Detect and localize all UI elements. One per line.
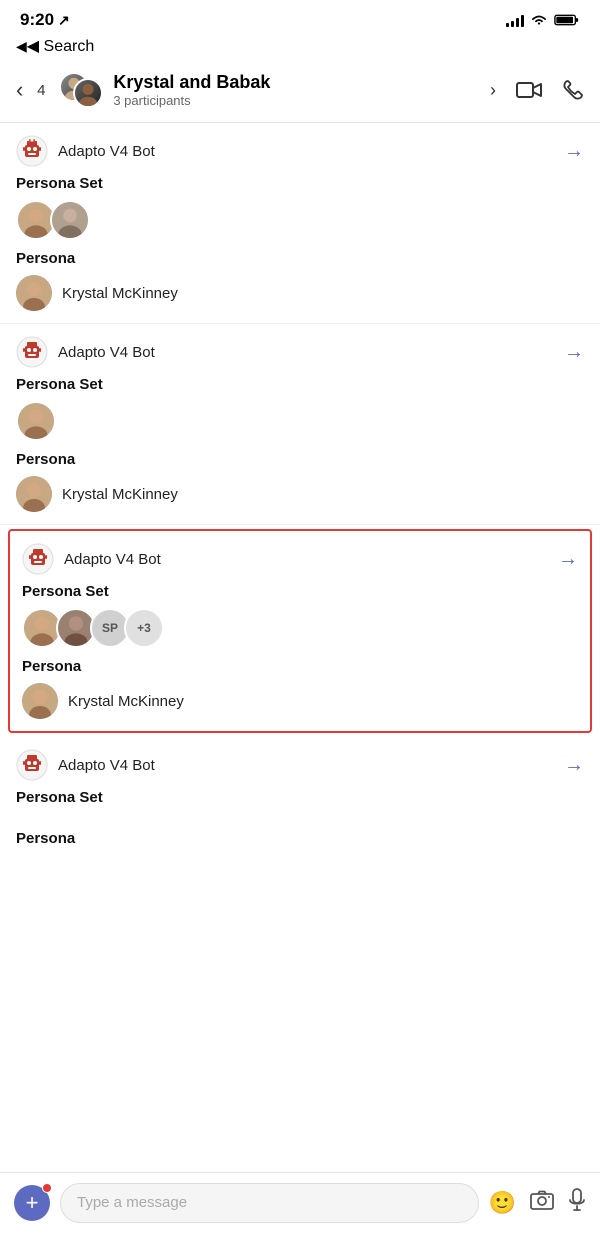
avatar-person2 bbox=[73, 78, 103, 108]
persona-set-label: Persona Set bbox=[22, 583, 578, 600]
persona-set-label: Persona Set bbox=[16, 789, 584, 806]
message-input[interactable]: Type a message bbox=[60, 1183, 479, 1223]
persona-row: Krystal McKinney bbox=[16, 476, 584, 512]
message-sender: Adapto V4 Bot bbox=[16, 336, 155, 368]
message-link-arrow[interactable]: → bbox=[564, 140, 584, 163]
participants-count: 3 participants bbox=[113, 93, 480, 108]
persona-label: Persona bbox=[22, 658, 578, 675]
message-card: Adapto V4 Bot → Persona Set Persona bbox=[0, 324, 600, 525]
persona-set-label: Persona Set bbox=[16, 376, 584, 393]
back-arrow-icon[interactable]: ◀ bbox=[16, 38, 27, 55]
status-time: 9:20 ↗ bbox=[20, 10, 70, 30]
persona-label: Persona bbox=[16, 250, 584, 267]
input-actions: 🙂 bbox=[489, 1188, 586, 1218]
header-chevron-icon[interactable]: › bbox=[490, 80, 496, 101]
message-placeholder: Type a message bbox=[77, 1183, 187, 1223]
add-button[interactable] bbox=[14, 1185, 50, 1221]
time-display: 9:20 bbox=[20, 10, 54, 30]
chat-scroll-area: Adapto V4 Bot → Persona Set bbox=[0, 123, 600, 1184]
header-actions bbox=[516, 79, 584, 101]
signal-icon bbox=[506, 13, 524, 27]
notification-dot bbox=[42, 1183, 52, 1193]
sender-name: Adapto V4 Bot bbox=[58, 344, 155, 361]
bot-avatar bbox=[22, 543, 54, 575]
emoji-button[interactable]: 🙂 bbox=[489, 1190, 516, 1216]
phone-call-button[interactable] bbox=[562, 79, 584, 101]
persona-set-avatars bbox=[16, 200, 584, 240]
message-card: Adapto V4 Bot → Persona Set bbox=[0, 123, 600, 324]
persona-avatar bbox=[22, 683, 58, 719]
persona-name: Krystal McKinney bbox=[62, 486, 178, 503]
message-header: Adapto V4 Bot → bbox=[16, 336, 584, 368]
sender-name: Adapto V4 Bot bbox=[58, 143, 155, 160]
camera-button[interactable] bbox=[530, 1190, 554, 1216]
message-sender: Adapto V4 Bot bbox=[16, 135, 155, 167]
bottom-bar: Type a message 🙂 bbox=[0, 1172, 600, 1247]
video-call-button[interactable] bbox=[516, 79, 542, 101]
message-header: Adapto V4 Bot → bbox=[22, 543, 578, 575]
search-bar[interactable]: ◀ ◀ Search bbox=[0, 34, 600, 62]
header-avatar bbox=[59, 68, 103, 112]
message-link-arrow[interactable]: → bbox=[564, 754, 584, 777]
bot-avatar bbox=[16, 336, 48, 368]
chat-header: ‹ 4 Krystal and Babak 3 participants › bbox=[0, 62, 600, 123]
header-info: Krystal and Babak 3 participants bbox=[113, 72, 480, 108]
wifi-icon bbox=[530, 13, 548, 27]
bot-avatar bbox=[16, 749, 48, 781]
persona-label: Persona bbox=[16, 451, 584, 468]
status-bar: 9:20 ↗ bbox=[0, 0, 600, 34]
sender-name: Adapto V4 Bot bbox=[58, 757, 155, 774]
message-header: Adapto V4 Bot → bbox=[16, 135, 584, 167]
persona-row: Krystal McKinney bbox=[16, 275, 584, 311]
message-link-arrow[interactable]: → bbox=[564, 341, 584, 364]
search-label[interactable]: ◀ Search bbox=[27, 36, 94, 56]
persona-label: Persona bbox=[16, 830, 584, 847]
persona-avatar-count: +3 bbox=[124, 608, 164, 648]
chat-name: Krystal and Babak bbox=[113, 72, 480, 93]
persona-name: Krystal McKinney bbox=[68, 693, 184, 710]
persona-set-label: Persona Set bbox=[16, 175, 584, 192]
persona-name: Krystal McKinney bbox=[62, 285, 178, 302]
message-sender: Adapto V4 Bot bbox=[16, 749, 155, 781]
location-icon: ↗ bbox=[58, 12, 70, 29]
persona-set-avatars bbox=[16, 401, 584, 441]
conversation-count: 4 bbox=[33, 82, 49, 99]
persona-avatar bbox=[16, 476, 52, 512]
bot-avatar bbox=[16, 135, 48, 167]
message-header: Adapto V4 Bot → bbox=[16, 749, 584, 781]
message-card: Adapto V4 Bot → Persona Set Persona bbox=[0, 737, 600, 867]
mic-button[interactable] bbox=[568, 1188, 586, 1218]
highlighted-message-card: Adapto V4 Bot → Persona Set SP bbox=[8, 529, 592, 733]
persona-avatar-1 bbox=[16, 401, 56, 441]
battery-icon bbox=[554, 13, 580, 27]
sender-name: Adapto V4 Bot bbox=[64, 551, 161, 568]
persona-avatar-2 bbox=[50, 200, 90, 240]
message-link-arrow[interactable]: → bbox=[558, 548, 578, 571]
back-button[interactable]: ‹ bbox=[16, 77, 23, 103]
persona-row: Krystal McKinney bbox=[22, 683, 578, 719]
persona-avatar bbox=[16, 275, 52, 311]
message-sender: Adapto V4 Bot bbox=[22, 543, 161, 575]
persona-set-avatars: SP +3 bbox=[22, 608, 578, 648]
status-icons bbox=[506, 13, 580, 27]
